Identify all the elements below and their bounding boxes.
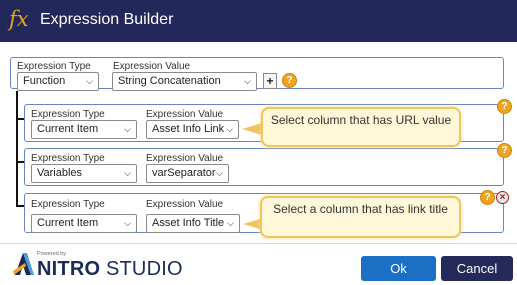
expression-type-select[interactable]: Current Item ⌵	[31, 120, 137, 139]
callout-text: Select a column that has link title	[273, 202, 448, 216]
callout-text: Select column that has URL value	[270, 113, 452, 127]
powered-by-label: Powered by	[37, 251, 67, 257]
help-icon[interactable]: ?	[497, 143, 512, 158]
expression-value-select[interactable]: varSeparator ⌵	[146, 164, 229, 183]
nitro-logo-icon	[13, 253, 34, 275]
brand-name: NITRO STUDIO	[37, 258, 183, 281]
brand-name-bold: NITRO	[37, 258, 101, 280]
expression-type-select[interactable]: Current Item ⌵	[31, 214, 137, 233]
expression-value-label: Expression Value	[146, 199, 224, 210]
expression-type-label: Expression Type	[31, 109, 105, 120]
expression-value-select[interactable]: Asset Info Link ⌵	[146, 120, 239, 139]
chevron-down-icon: ⌵	[124, 168, 131, 178]
expression-value-label: Expression Value	[146, 109, 224, 120]
root-expression-type-select[interactable]: Function ⌵	[17, 72, 99, 91]
root-expression-type-value: Function	[23, 75, 66, 87]
help-icon[interactable]: ?	[497, 99, 512, 114]
root-expression-value-value: String Concatenation	[118, 75, 221, 87]
expression-value-value: Asset Info Title	[152, 217, 225, 229]
add-expression-button[interactable]: +	[263, 73, 277, 89]
expression-type-label: Expression Type	[31, 199, 105, 210]
expression-type-label: Expression Type	[31, 153, 105, 164]
expression-type-label: Expression Type	[17, 61, 91, 72]
cancel-button[interactable]: Cancel	[441, 256, 513, 281]
expression-type-value: Current Item	[37, 123, 99, 135]
expression-value-value: Asset Info Link	[152, 123, 225, 135]
dialog-title: Expression Builder	[40, 11, 174, 28]
help-icon[interactable]: ?	[282, 73, 297, 88]
chevron-down-icon: ⌵	[226, 124, 233, 134]
expression-value-value: varSeparator	[152, 167, 216, 179]
brand-name-rest: STUDIO	[100, 258, 183, 280]
callout-pointer	[242, 123, 262, 135]
chevron-down-icon: ⌵	[124, 218, 131, 228]
chevron-down-icon: ⌵	[227, 218, 234, 228]
expression-type-value: Variables	[37, 167, 83, 179]
title-bar: fx Expression Builder	[0, 0, 517, 42]
expression-type-select[interactable]: Variables ⌵	[31, 164, 137, 183]
ok-button[interactable]: Ok	[361, 256, 436, 281]
expression-type-value: Current Item	[37, 217, 99, 229]
callout-url-column: Select column that has URL value	[261, 107, 461, 147]
chevron-down-icon: ⌵	[244, 76, 251, 86]
footer-divider	[0, 243, 517, 244]
help-icon[interactable]: ?	[480, 190, 495, 205]
chevron-down-icon: ⌵	[216, 168, 223, 178]
chevron-down-icon: ⌵	[86, 76, 93, 86]
callout-title-column: Select a column that has link title	[260, 196, 461, 238]
chevron-down-icon: ⌵	[124, 124, 131, 134]
tree-connector-vertical	[16, 91, 18, 206]
root-expression-value-select[interactable]: String Concatenation ⌵	[112, 72, 257, 91]
expression-value-select[interactable]: Asset Info Title ⌵	[146, 214, 240, 233]
fx-icon: fx	[9, 7, 29, 31]
expression-value-label: Expression Value	[113, 61, 191, 72]
remove-expression-icon[interactable]: ×	[496, 191, 509, 204]
expression-value-label: Expression Value	[146, 153, 224, 164]
